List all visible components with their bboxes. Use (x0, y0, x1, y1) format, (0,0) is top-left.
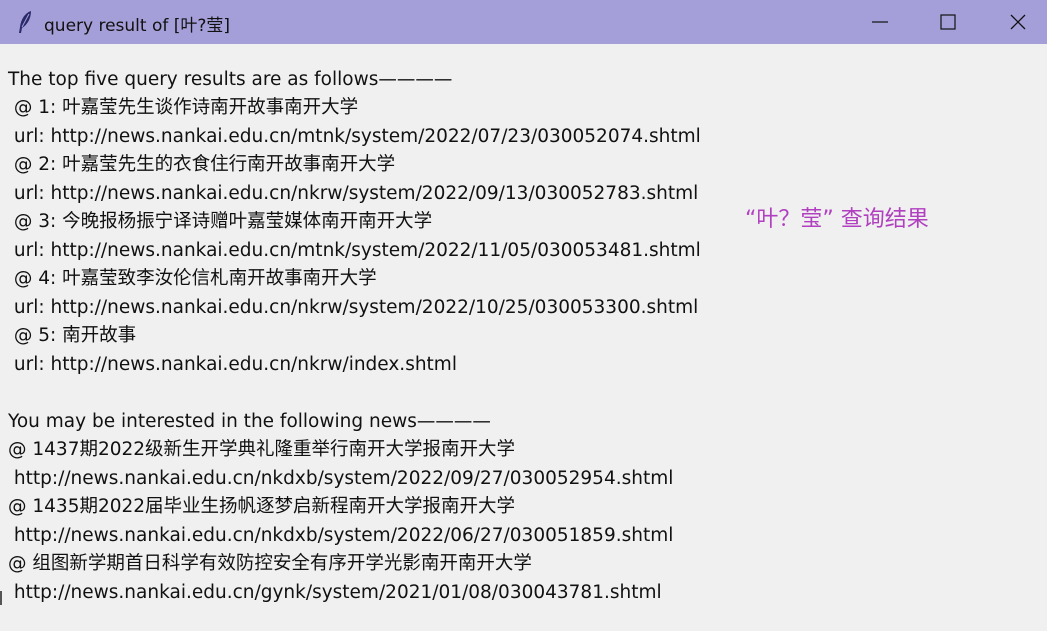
query-result-window: query result of [叶?莹] The top five query… (0, 0, 1047, 631)
query-result-url: url: http://news.nankai.edu.cn/nkrw/inde… (8, 354, 457, 375)
minimize-button[interactable] (845, 0, 915, 44)
recommended-news-title: @ 1435期2022届毕业生扬帆逐梦启新程南开大学报南开大学 (8, 496, 516, 517)
close-icon (1010, 14, 1026, 30)
edge-marker (0, 591, 2, 605)
query-result-url: url: http://news.nankai.edu.cn/nkrw/syst… (8, 297, 699, 318)
title-bar[interactable]: query result of [叶?莹] (0, 0, 1047, 44)
query-result-url: url: http://news.nankai.edu.cn/mtnk/syst… (8, 126, 701, 147)
minimize-icon (872, 21, 888, 23)
maximize-button[interactable] (913, 0, 983, 44)
query-results-header: The top five query results are as follow… (8, 69, 453, 90)
window-title: query result of [叶?莹] (44, 16, 231, 36)
maximize-icon (940, 14, 956, 30)
result-text-area[interactable]: The top five query results are as follow… (0, 44, 1047, 631)
recommendations-header: You may be interested in the following n… (8, 411, 491, 432)
recommended-news-url: http://news.nankai.edu.cn/nkdxb/system/2… (8, 468, 674, 489)
recommended-news-title: @ 组图新学期首日科学有效防控安全有序开学光影南开南开大学 (8, 553, 532, 574)
query-result-url: url: http://news.nankai.edu.cn/nkrw/syst… (8, 183, 699, 204)
query-result-title: @ 2: 叶嘉莹先生的衣食住行南开故事南开大学 (8, 154, 396, 175)
feather-icon (19, 11, 31, 33)
recommended-news-title: @ 1437期2022级新生开学典礼隆重举行南开大学报南开大学 (8, 439, 516, 460)
query-result-title: @ 5: 南开故事 (8, 325, 137, 346)
recommended-news-url: http://news.nankai.edu.cn/nkdxb/system/2… (8, 525, 674, 546)
query-result-title: @ 4: 叶嘉莹致李汝伦信札南开故事南开大学 (8, 268, 377, 289)
query-result-url: url: http://news.nankai.edu.cn/mtnk/syst… (8, 240, 701, 261)
recommended-news-url: http://news.nankai.edu.cn/gynk/system/20… (8, 582, 662, 603)
close-button[interactable] (983, 0, 1047, 44)
query-result-title: @ 1: 叶嘉莹先生谈作诗南开故事南开大学 (8, 97, 359, 118)
query-result-title: @ 3: 今晚报杨振宁译诗赠叶嘉莹媒体南开南开大学 (8, 211, 433, 232)
caption-label: “叶？莹” 查询结果 (745, 207, 929, 232)
